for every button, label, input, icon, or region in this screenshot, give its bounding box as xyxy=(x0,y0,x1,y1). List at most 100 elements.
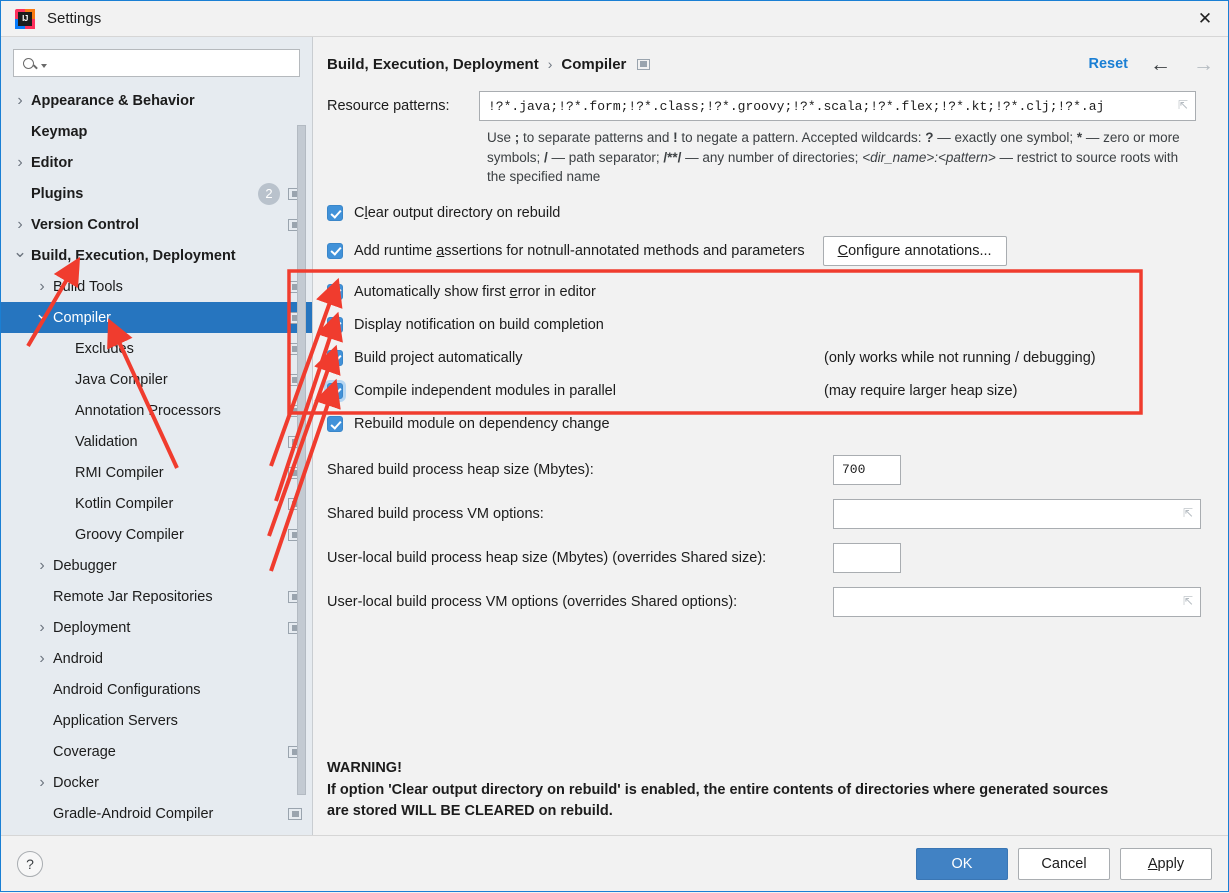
sidebar-item-validation[interactable]: Validation xyxy=(1,426,312,457)
checkbox-row-build-automatically: Build project automatically (only works … xyxy=(327,342,1214,375)
sidebar-item-label: Build Tools xyxy=(53,278,123,295)
sidebar-item-appearance-behavior[interactable]: › Appearance & Behavior xyxy=(1,85,312,116)
settings-tree: › Appearance & Behavior Keymap › Editor Plugi… xyxy=(1,85,312,835)
sidebar-item-label: Plugins xyxy=(31,185,84,202)
sidebar-item-rmi-compiler[interactable]: RMI Compiler xyxy=(1,457,312,488)
sidebar-item-label: Version Control xyxy=(31,216,139,233)
sidebar-item-java-compiler[interactable]: Java Compiler xyxy=(1,364,312,395)
userlocal-vm-input[interactable]: ⇱ xyxy=(833,586,1201,617)
cancel-button[interactable]: Cancel xyxy=(1018,847,1110,880)
chevron-right-icon[interactable]: › xyxy=(31,774,53,792)
sidebar-item-annotation-processors[interactable]: Annotation Processors xyxy=(1,395,312,426)
sidebar-item-label: Compiler xyxy=(53,309,112,326)
sidebar-item-compiler[interactable]: ⌄ Compiler xyxy=(1,302,312,333)
reset-button[interactable]: Reset xyxy=(1089,56,1129,72)
settings-sidebar: › Appearance & Behavior Keymap › Editor Plugi… xyxy=(1,37,313,835)
title-bar: IJ Settings ✕ xyxy=(1,1,1228,37)
logo-text: IJ xyxy=(18,11,32,26)
chevron-right-icon[interactable]: › xyxy=(9,154,31,172)
ok-button[interactable]: OK xyxy=(916,847,1008,880)
sidebar-item-android-configurations[interactable]: Android Configurations xyxy=(1,674,312,705)
checkbox-add-runtime-assertions[interactable] xyxy=(327,242,343,259)
userlocal-heap-input[interactable] xyxy=(833,542,901,573)
shared-vm-input[interactable]: ⇱ xyxy=(833,498,1201,529)
apply-mnemonic: A xyxy=(1147,855,1158,872)
sidebar-item-build-tools[interactable]: › Build Tools xyxy=(1,271,312,302)
sidebar-item-label: Docker xyxy=(53,774,99,791)
sidebar-item-build-execution-deployment[interactable]: ⌄ Build, Execution, Deployment xyxy=(1,240,312,271)
checkbox-rebuild-module-dependency[interactable] xyxy=(327,416,343,433)
warning-line-2: are stored WILL BE CLEARED on rebuild. xyxy=(327,803,613,820)
chevron-down-icon[interactable]: ⌄ xyxy=(31,306,53,322)
userlocal-heap-row: User-local build process heap size (Mbyt… xyxy=(327,542,1214,573)
sidebar-item-groovy-compiler[interactable]: Groovy Compiler xyxy=(1,519,312,550)
search-box[interactable] xyxy=(13,49,300,77)
search-input[interactable] xyxy=(51,54,293,72)
sidebar-item-editor[interactable]: › Editor xyxy=(1,147,312,178)
warning-block: WARNING! If option 'Clear output directo… xyxy=(327,758,1214,823)
checkbox-label-first-error: Automatically show first error in editor xyxy=(354,284,596,300)
chevron-right-icon[interactable]: › xyxy=(9,216,31,234)
sidebar-item-android[interactable]: › Android xyxy=(1,643,312,674)
chevron-down-icon[interactable]: ⌄ xyxy=(9,244,31,260)
expand-icon[interactable]: ⇱ xyxy=(1183,596,1193,608)
sidebar-item-coverage[interactable]: Coverage xyxy=(1,736,312,767)
breadcrumb: Build, Execution, Deployment › Compiler … xyxy=(327,37,1214,85)
chevron-right-icon[interactable]: › xyxy=(31,619,53,637)
close-icon[interactable]: ✕ xyxy=(1182,1,1228,36)
chevron-right-icon[interactable]: › xyxy=(31,557,53,575)
sidebar-item-label: Annotation Processors xyxy=(75,402,221,419)
hint-dirname: <dir_name>:<pattern> xyxy=(862,149,996,165)
checkbox-row-clear-output: Clear output directory on rebuild xyxy=(327,197,1214,230)
hint-seg: — exactly one symbol; xyxy=(933,130,1077,145)
apply-label: pply xyxy=(1157,855,1185,872)
apply-button[interactable]: Apply xyxy=(1120,847,1212,880)
checkbox-clear-output-directory[interactable] xyxy=(327,205,343,222)
dialog-body: › Appearance & Behavior Keymap › Editor Plugi… xyxy=(1,37,1228,835)
sidebar-scrollbar-thumb[interactable] xyxy=(297,125,306,795)
label-pre: Add runtime xyxy=(354,242,437,259)
sidebar-item-deployment[interactable]: › Deployment xyxy=(1,612,312,643)
sidebar-item-label: Excludes xyxy=(75,340,134,357)
checkbox-show-first-error[interactable] xyxy=(327,284,343,301)
dialog-footer: ? OK Cancel Apply xyxy=(1,835,1228,891)
window-title: Settings xyxy=(47,10,102,27)
chevron-right-icon[interactable]: › xyxy=(31,278,53,296)
shared-heap-input[interactable]: 700 xyxy=(833,454,901,485)
breadcrumb-root[interactable]: Build, Execution, Deployment xyxy=(327,56,539,73)
checkbox-label-clear-output: Clear output directory on rebuild xyxy=(354,205,560,221)
help-button[interactable]: ? xyxy=(17,850,43,877)
checkbox-label-display-notification: Display notification on build completion xyxy=(354,317,604,334)
hint-seg: — any number of directories; xyxy=(681,149,863,165)
forward-arrow-icon[interactable]: → xyxy=(1193,54,1214,75)
sidebar-item-application-servers[interactable]: Application Servers xyxy=(1,705,312,736)
sidebar-item-badge: 2 xyxy=(258,182,280,205)
checkbox-display-notification[interactable] xyxy=(327,317,343,334)
sidebar-item-label: RMI Compiler xyxy=(75,464,164,481)
userlocal-vm-row: User-local build process VM options (ove… xyxy=(327,586,1214,617)
chevron-right-icon[interactable]: › xyxy=(9,92,31,110)
btn-mnemonic: C xyxy=(837,242,849,259)
checkbox-build-project-automatically[interactable] xyxy=(327,350,343,367)
sidebar-item-excludes[interactable]: Excludes xyxy=(1,333,312,364)
chevron-down-icon xyxy=(41,63,47,68)
expand-icon[interactable]: ⇱ xyxy=(1178,100,1188,112)
sidebar-item-remote-jar-repositories[interactable]: Remote Jar Repositories xyxy=(1,581,312,612)
hint-seg: — path separator; xyxy=(547,149,664,165)
checkbox-label-build-automatically: Build project automatically xyxy=(354,350,523,367)
sidebar-item-plugins[interactable]: Plugins 2 xyxy=(1,178,312,209)
hint-globstar: /**/ xyxy=(663,149,682,165)
configure-annotations-button[interactable]: Configure annotations... xyxy=(822,235,1007,266)
sidebar-scrollbar-track[interactable] xyxy=(297,77,309,831)
resource-patterns-input[interactable]: !?*.java;!?*.form;!?*.class;!?*.groovy;!… xyxy=(479,91,1196,121)
sidebar-item-version-control[interactable]: › Version Control xyxy=(1,209,312,240)
sidebar-item-kotlin-compiler[interactable]: Kotlin Compiler xyxy=(1,488,312,519)
expand-icon[interactable]: ⇱ xyxy=(1183,508,1193,520)
checkbox-compile-independent-modules-parallel[interactable] xyxy=(327,383,343,400)
sidebar-item-keymap[interactable]: Keymap xyxy=(1,116,312,147)
back-arrow-icon[interactable]: ← xyxy=(1150,54,1171,75)
sidebar-item-gradle-android-compiler[interactable]: Gradle-Android Compiler xyxy=(1,798,312,829)
sidebar-item-docker[interactable]: › Docker xyxy=(1,767,312,798)
sidebar-item-debugger[interactable]: › Debugger xyxy=(1,550,312,581)
chevron-right-icon[interactable]: › xyxy=(31,650,53,668)
